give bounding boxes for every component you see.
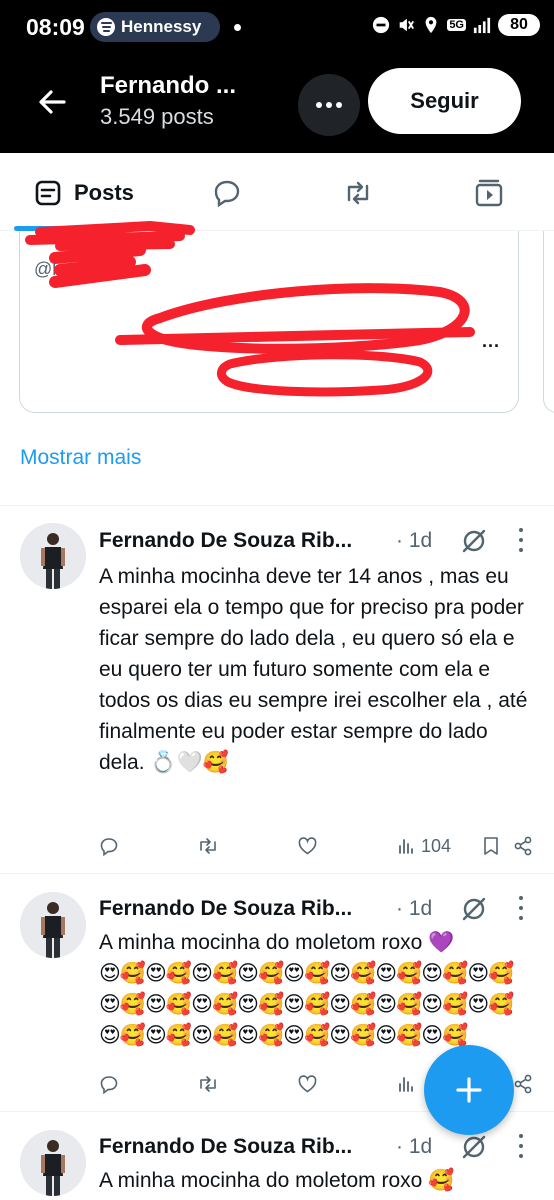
tweet-text: A minha mocinha do moletom roxo 💜 (99, 931, 455, 954)
repost-icon[interactable] (197, 1071, 219, 1097)
tweet-emoji-text: 😍🥰😍🥰😍🥰😍🥰😍🥰😍🥰😍🥰😍🥰😍🥰😍🥰😍🥰😍🥰😍🥰😍🥰😍🥰😍🥰😍🥰😍🥰😍🥰😍🥰… (99, 962, 514, 1047)
tweet-menu-icon[interactable] (516, 1134, 526, 1158)
tweet-time: · 1d (396, 529, 433, 552)
grok-icon[interactable] (460, 527, 488, 555)
tweet-menu-icon[interactable] (516, 896, 526, 920)
like-icon[interactable] (297, 833, 318, 859)
like-icon[interactable] (297, 1071, 318, 1097)
compose-button[interactable] (424, 1045, 514, 1135)
grok-icon[interactable] (460, 895, 488, 923)
tweet-time: · 1d (396, 1135, 433, 1158)
redaction-scribble (25, 221, 475, 397)
views-icon (399, 839, 413, 854)
tweet-text: A minha mocinha do moletom roxo 🥰 (99, 1169, 455, 1192)
views-count[interactable]: 104 (397, 833, 451, 859)
tweet-author-name[interactable]: Fernando De Souza Rib... (99, 529, 352, 553)
repost-icon[interactable] (197, 833, 219, 859)
tweet-1[interactable]: Fernando De Souza Rib... · 1d A minha mo… (0, 506, 554, 872)
plus-icon (456, 1077, 482, 1103)
avatar[interactable] (20, 1130, 86, 1196)
tweet-text: A minha mocinha deve ter 14 anos , mas e… (99, 565, 528, 774)
grok-icon[interactable] (460, 1133, 488, 1161)
views-icon[interactable] (397, 1071, 415, 1097)
tweet-author-name[interactable]: Fernando De Souza Rib... (99, 1135, 352, 1159)
tweet-time: · 1d (396, 897, 433, 920)
share-icon[interactable] (513, 1071, 533, 1097)
share-icon[interactable] (513, 833, 533, 859)
views-value: 104 (421, 835, 452, 856)
avatar[interactable] (20, 523, 86, 589)
tweet-author-name[interactable]: Fernando De Souza Rib... (99, 897, 352, 921)
reply-icon[interactable] (99, 833, 119, 859)
tweet-menu-icon[interactable] (516, 528, 526, 552)
avatar[interactable] (20, 892, 86, 958)
bookmark-icon[interactable] (483, 833, 499, 859)
show-more-link[interactable]: Mostrar mais (20, 446, 141, 470)
reply-icon[interactable] (99, 1071, 119, 1097)
tweet-actions: 104 (99, 833, 539, 859)
